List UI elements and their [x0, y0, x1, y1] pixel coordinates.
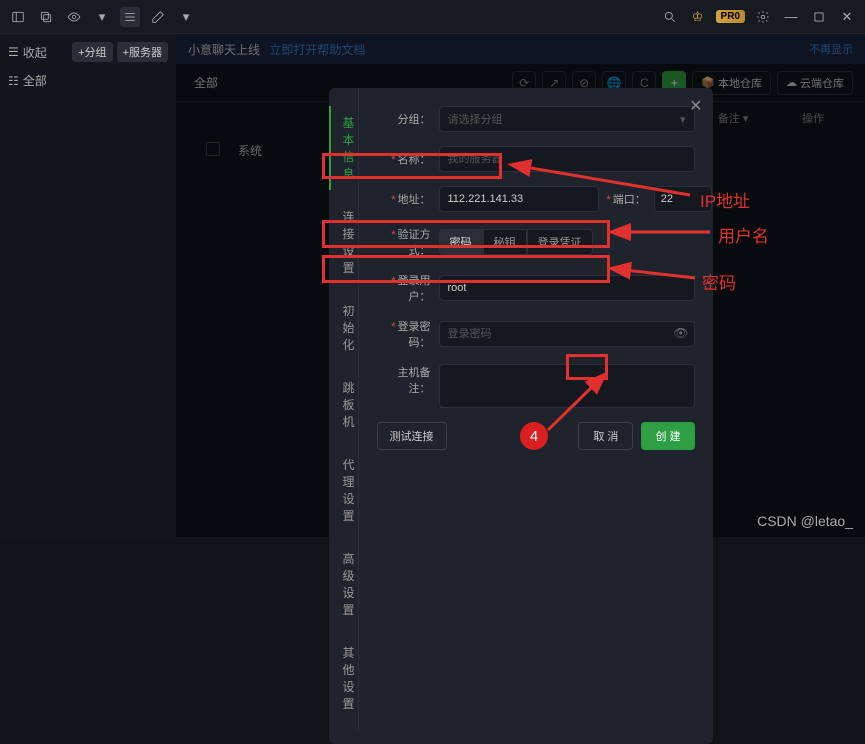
add-group-button[interactable]: +分组: [72, 42, 112, 62]
tab-basic[interactable]: 基本信息: [329, 106, 358, 190]
maximize-icon[interactable]: [809, 7, 829, 27]
tab-conn[interactable]: 连接设置: [329, 200, 358, 284]
panel-left-icon[interactable]: [8, 7, 28, 27]
anno-step: 4: [520, 422, 548, 450]
label-addr: 地址：: [377, 191, 431, 207]
auth-password-button[interactable]: 密码: [439, 229, 483, 255]
modal-mask: ✕ 基本信息 连接设置 初始化 跳板机 代理设置 高级设置 其他设置 分组： 请…: [176, 34, 865, 537]
addr-input[interactable]: [439, 186, 599, 212]
tab-other[interactable]: 其他设置: [329, 636, 358, 720]
note-textarea[interactable]: [439, 364, 695, 408]
label-auth: 验证方式：: [377, 226, 431, 258]
name-input[interactable]: [439, 146, 695, 172]
create-button[interactable]: 创 建: [641, 422, 694, 450]
watermark: CSDN @letao_: [757, 513, 853, 529]
auth-key-button[interactable]: 秘钥: [483, 229, 527, 255]
titlebar: ▾ ▾ ♔ PR0 — ✕: [0, 0, 865, 34]
sidebar: ☰ 收起 +分组 +服务器 ☷ 全部: [0, 34, 176, 537]
search-icon[interactable]: [660, 7, 680, 27]
chevron-down-icon-2[interactable]: ▾: [176, 7, 196, 27]
tab-init[interactable]: 初始化: [329, 294, 358, 361]
anno-label-user: 用户名: [718, 222, 769, 247]
user-input[interactable]: [439, 275, 695, 301]
crown-icon: ♔: [688, 7, 708, 27]
gear-icon[interactable]: [753, 7, 773, 27]
pen-icon[interactable]: [148, 7, 168, 27]
label-name: 名称：: [377, 151, 431, 167]
label-pass: 登录密码：: [377, 318, 431, 350]
eye-icon[interactable]: [64, 7, 84, 27]
test-button[interactable]: 测试连接: [377, 422, 447, 450]
content-area: 小意聊天上线 立即打开帮助文档 不再显示 全部 ⟳ ↗ ⊘ 🌐 C + 📦 本地…: [176, 34, 865, 537]
list-icon[interactable]: [120, 7, 140, 27]
label-port: 端口：: [607, 191, 646, 207]
anno-label-pass: 密码: [702, 269, 736, 294]
copy-icon[interactable]: [36, 7, 56, 27]
group-select[interactable]: 请选择分组▾: [439, 106, 695, 132]
tab-adv[interactable]: 高级设置: [329, 542, 358, 626]
pro-badge: PR0: [716, 10, 745, 23]
sidebar-collapse[interactable]: ☰ 收起: [8, 44, 47, 61]
minimize-icon[interactable]: —: [781, 7, 801, 27]
add-server-button[interactable]: +服务器: [117, 42, 168, 62]
close-icon[interactable]: ✕: [837, 7, 857, 27]
password-input[interactable]: [439, 321, 695, 347]
modal: ✕ 基本信息 连接设置 初始化 跳板机 代理设置 高级设置 其他设置 分组： 请…: [329, 88, 713, 744]
label-user: 登录用户：: [377, 272, 431, 304]
label-group: 分组：: [377, 111, 431, 127]
label-note: 主机备注：: [377, 364, 431, 396]
chevron-down-icon[interactable]: ▾: [92, 7, 112, 27]
cancel-button[interactable]: 取 消: [578, 422, 633, 450]
auth-cred-button[interactable]: 登录凭证: [527, 229, 593, 255]
modal-close[interactable]: ✕: [689, 96, 702, 116]
tab-jump[interactable]: 跳板机: [329, 371, 358, 438]
modal-tabs: 基本信息 连接设置 初始化 跳板机 代理设置 高级设置 其他设置: [329, 88, 359, 730]
eye-icon[interactable]: 👁: [673, 326, 688, 340]
sidebar-all[interactable]: ☷ 全部: [8, 72, 168, 89]
anno-label-ip: IP地址: [700, 187, 750, 212]
tab-proxy[interactable]: 代理设置: [329, 448, 358, 532]
